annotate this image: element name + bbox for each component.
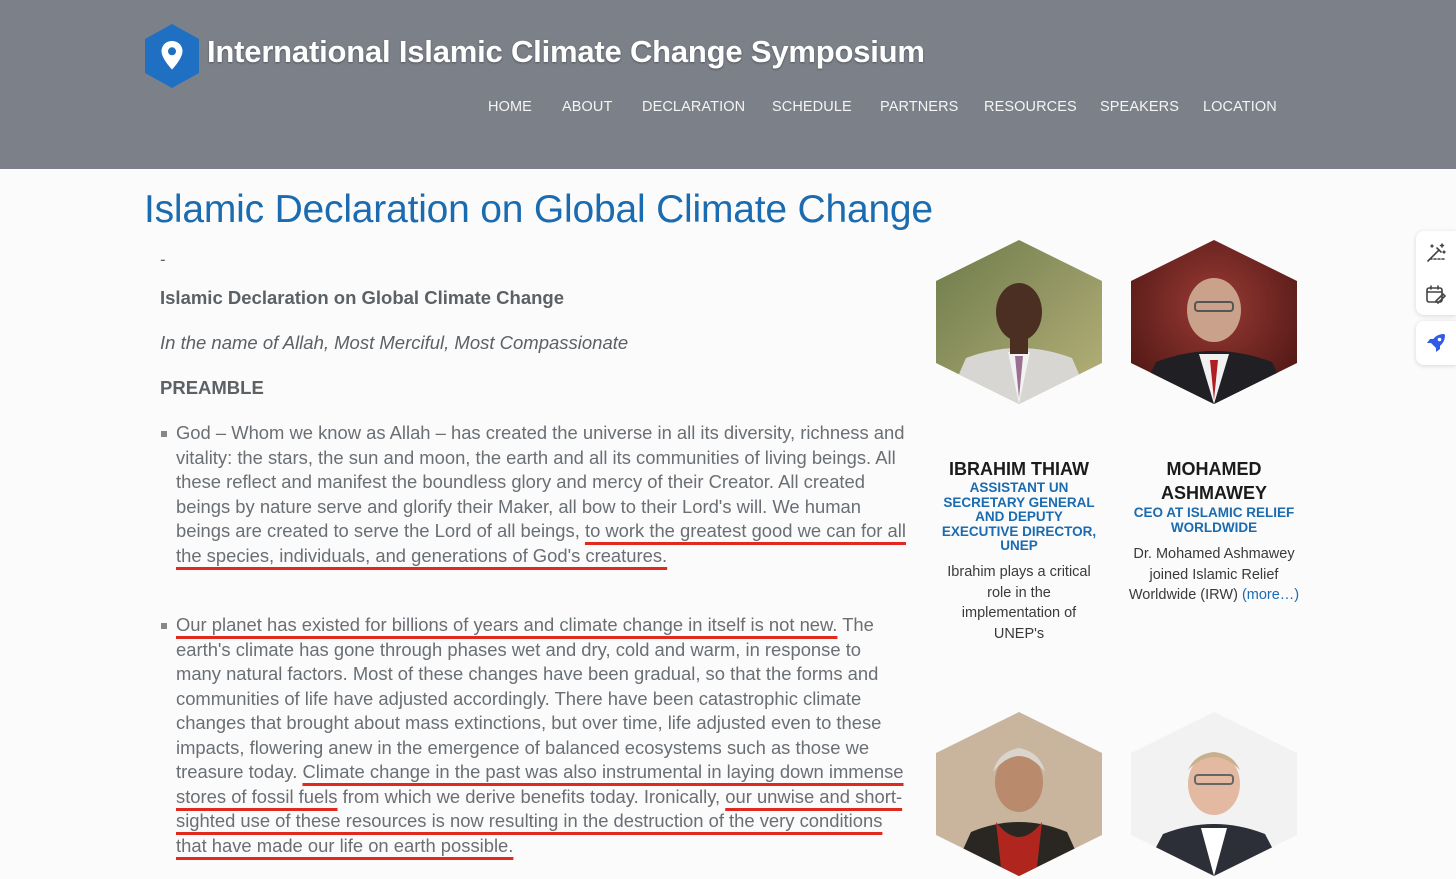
nav-location[interactable]: LOCATION [1203, 99, 1277, 115]
nav-partners[interactable]: PARTNERS [880, 99, 958, 115]
nav-speakers[interactable]: SPEAKERS [1100, 99, 1179, 115]
main-nav: HOME ABOUT DECLARATION SCHEDULE PARTNERS… [0, 99, 1456, 119]
speaker-bio: Dr. Mohamed Ashmawey joined Islamic Reli… [1128, 544, 1300, 606]
speaker-name[interactable]: IBRAHIM THIAW [936, 457, 1102, 481]
speaker-name[interactable]: MOHAMED ASHMAWEY [1131, 457, 1297, 505]
nav-declaration[interactable]: DECLARATION [642, 99, 745, 115]
separator-dash: - [160, 250, 166, 269]
calendar-edit-icon[interactable] [1424, 283, 1448, 307]
bismillah-text: In the name of Allah, Most Merciful, Mos… [160, 332, 629, 353]
rocket-icon[interactable] [1424, 331, 1448, 355]
bullet-icon [161, 431, 167, 437]
more-link[interactable]: (more…) [1242, 587, 1299, 603]
side-toolbar-panel [1416, 321, 1456, 365]
nav-home[interactable]: HOME [488, 99, 532, 115]
site-title[interactable]: International Islamic Climate Change Sym… [207, 34, 925, 70]
nav-resources[interactable]: RESOURCES [984, 99, 1077, 115]
site-header: International Islamic Climate Change Sym… [0, 0, 1456, 169]
preamble-paragraph-1: God – Whom we know as Allah – has create… [176, 421, 911, 568]
preamble-heading: PREAMBLE [160, 377, 264, 398]
map-pin-icon[interactable] [143, 24, 201, 88]
declaration-heading: Islamic Declaration on Global Climate Ch… [160, 287, 565, 308]
speaker-photo[interactable] [1131, 712, 1297, 876]
speaker-role: ASSISTANT UN SECRETARY GENERAL AND DEPUT… [941, 480, 1097, 553]
paragraph-text: The earth's climate has gone through pha… [176, 614, 882, 782]
nav-schedule[interactable]: SCHEDULE [772, 99, 852, 115]
page-title: Islamic Declaration on Global Climate Ch… [144, 188, 933, 231]
side-toolbar-panel [1416, 231, 1456, 315]
bullet-icon [161, 623, 167, 629]
highlighted-text: Our planet has existed for billions of y… [176, 614, 838, 635]
magic-edit-icon[interactable] [1424, 241, 1448, 265]
speaker-role: CEO AT ISLAMIC RELIEF WORLDWIDE [1133, 505, 1295, 535]
preamble-paragraph-2: Our planet has existed for billions of y… [176, 613, 911, 858]
speaker-photo-ibrahim-thiaw[interactable] [936, 240, 1102, 404]
speaker-photo[interactable] [936, 712, 1102, 876]
speaker-photo-mohamed-ashmawey[interactable] [1131, 240, 1297, 404]
nav-about[interactable]: ABOUT [562, 99, 612, 115]
paragraph-text: from which we derive benefits today. Iro… [342, 785, 721, 807]
speaker-bio: Ibrahim plays a critical role in the imp… [947, 564, 1091, 642]
side-toolbar [1416, 231, 1456, 365]
